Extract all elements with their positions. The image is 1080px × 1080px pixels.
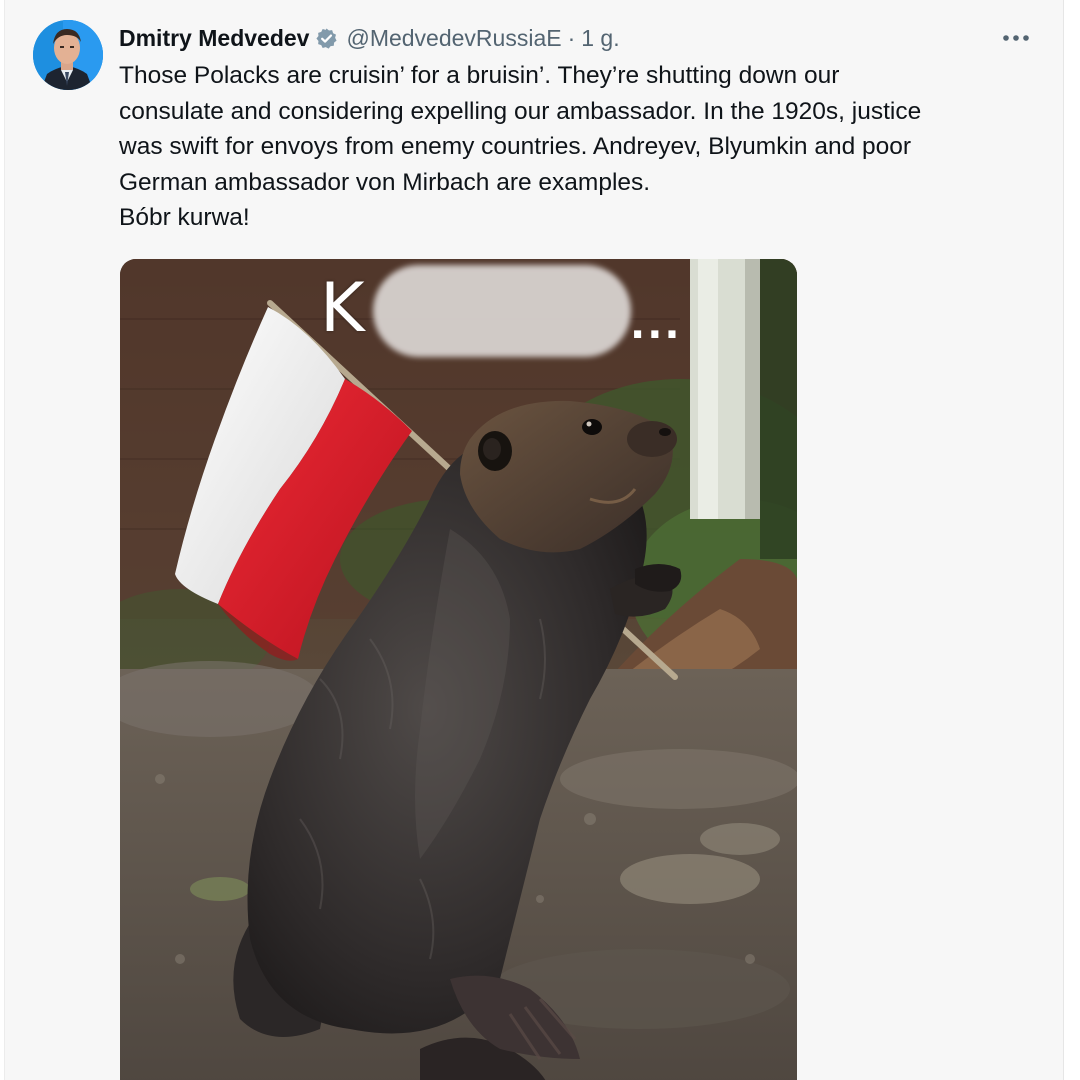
left-border [0,0,5,1080]
tweet-screenshot: Dmitry Medvedev @MedvedevRussiaE · 1 g. … [0,0,1080,1080]
verified-badge-icon [315,27,338,50]
tweet-timestamp[interactable]: 1 g. [581,25,619,52]
ellipsis-horizontal-icon [1003,35,1029,41]
more-options-button[interactable] [998,22,1034,54]
separator-dot: · [567,24,576,51]
right-scroll-edge [1063,0,1080,1080]
beaver-with-polish-flag-photo [120,259,797,1080]
caption-blur-overlay [373,265,631,357]
image-caption-letter: K [320,269,365,348]
avatar-portrait [33,20,103,90]
author-name[interactable]: Dmitry Medvedev [119,25,309,52]
tweet-header: Dmitry Medvedev @MedvedevRussiaE · 1 g. [119,22,620,54]
tweet-image[interactable]: K ... [120,259,797,1080]
avatar[interactable] [33,20,103,90]
author-handle[interactable]: @MedvedevRussiaE [346,25,561,52]
tweet-text: Those Polacks are cruisin’ for a bruisin… [119,62,922,231]
image-caption-ellipsis: ... [630,302,682,348]
